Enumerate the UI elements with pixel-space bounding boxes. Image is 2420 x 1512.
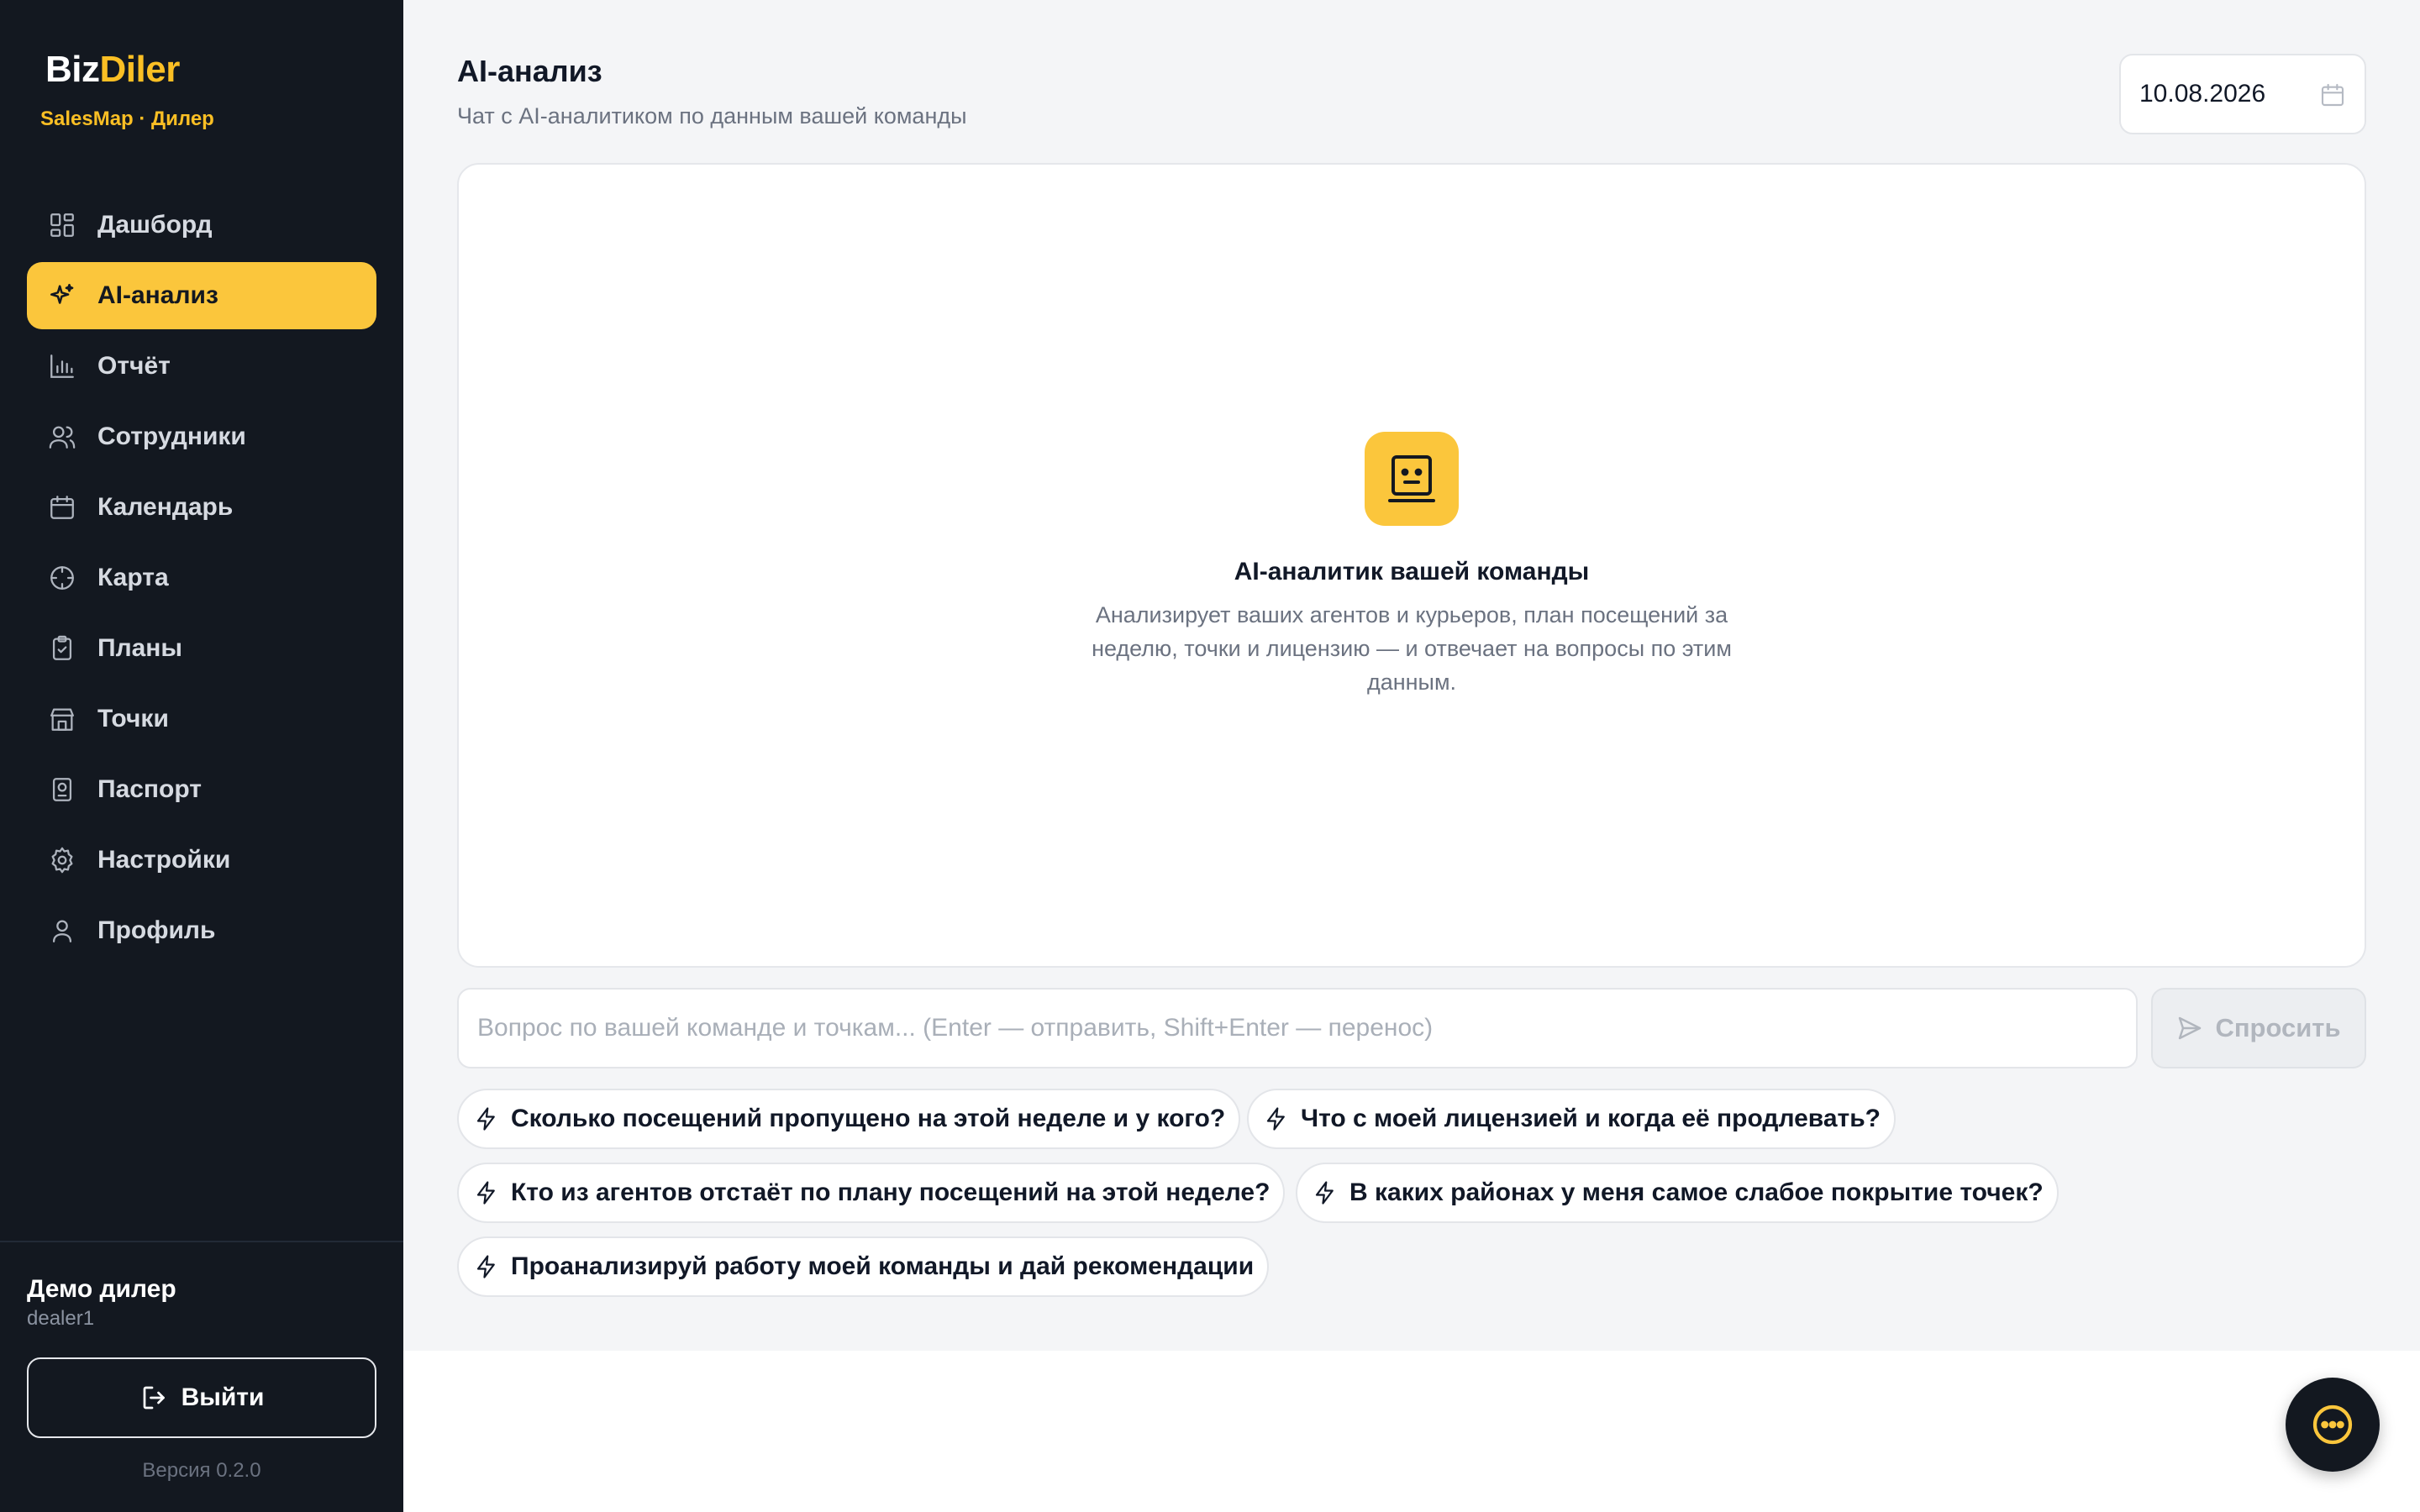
sparkle-icon	[47, 281, 77, 311]
chat-input[interactable]	[457, 988, 2138, 1068]
suggestion-chip[interactable]: Кто из агентов отстаёт по плану посещени…	[457, 1163, 1286, 1223]
sidebar-divider	[0, 1241, 403, 1242]
sidebar-item-calendar[interactable]: Календарь	[27, 474, 376, 541]
clipboard-check-icon	[47, 633, 77, 664]
suggestion-label: Что с моей лицензией и когда её продлева…	[1301, 1105, 1881, 1132]
app-version: Версия 0.2.0	[142, 1459, 261, 1482]
user-name: Демо дилер	[27, 1275, 176, 1303]
sidebar-item-profile[interactable]: Профиль	[27, 897, 376, 964]
calendar-icon	[2321, 83, 2344, 107]
lightning-icon	[1315, 1181, 1334, 1205]
logout-icon	[143, 1386, 165, 1410]
suggestion-label: Сколько посещений пропущено на этой неде…	[511, 1105, 1226, 1132]
empty-state-description: Анализирует ваших агентов и курьеров, пл…	[1092, 602, 1732, 695]
logout-label: Выйти	[181, 1383, 265, 1411]
sidebar-item-label: Календарь	[97, 493, 234, 521]
sidebar-item-label: Паспорт	[97, 775, 202, 803]
crosshair-icon	[47, 563, 77, 593]
store-icon	[47, 704, 77, 734]
suggestion-label: В каких районах у меня самое слабое покр…	[1349, 1179, 2044, 1206]
sidebar-item-label: Профиль	[97, 916, 216, 944]
sidebar-item-dashboard[interactable]: Дашборд	[27, 192, 376, 259]
bar-chart-icon	[47, 351, 77, 381]
sidebar-item-settings[interactable]: Настройки	[27, 827, 376, 894]
suggestion-chip[interactable]: Сколько посещений пропущено на этой неде…	[457, 1089, 1241, 1149]
sidebar-item-employees[interactable]: Сотрудники	[27, 403, 376, 470]
calendar-icon	[47, 492, 77, 522]
date-picker[interactable]: 10.08.2026	[2119, 54, 2366, 134]
sidebar-item-label: Планы	[97, 634, 183, 662]
ask-button[interactable]: Спросить	[2151, 988, 2366, 1068]
users-icon	[47, 422, 77, 452]
sidebar-item-label: Дашборд	[97, 211, 213, 239]
chat-bubble-icon	[2312, 1404, 2353, 1445]
lightning-icon	[476, 1107, 495, 1131]
suggestion-label: Кто из агентов отстаёт по плану посещени…	[511, 1179, 1270, 1206]
send-icon	[2179, 1016, 2202, 1040]
passport-icon	[47, 774, 77, 805]
sidebar-item-label: Настройки	[97, 846, 231, 874]
sidebar-item-report[interactable]: Отчёт	[27, 333, 376, 400]
page-title: AI-анализ	[457, 54, 602, 88]
sidebar: BizDiler SalesMap · Дилер Дашборд AI-ана…	[0, 0, 403, 1512]
brand-name-part2: Diler	[99, 49, 181, 90]
suggestion-chip[interactable]: Что с моей лицензией и когда её продлева…	[1247, 1089, 1896, 1149]
sidebar-item-passport[interactable]: Паспорт	[27, 756, 376, 823]
sidebar-item-label: Сотрудники	[97, 423, 246, 450]
empty-state-title: AI-аналитик вашей команды	[1234, 558, 1590, 585]
sidebar-nav: Дашборд AI-анализ Отчёт Сотрудники Кален…	[27, 192, 376, 968]
sidebar-item-label: Точки	[97, 705, 169, 732]
suggestion-label: Проанализируй работу моей команды и дай …	[511, 1252, 1255, 1280]
lightning-icon	[476, 1181, 495, 1205]
sidebar-item-map[interactable]: Карта	[27, 544, 376, 612]
chat-support-button[interactable]	[2286, 1378, 2380, 1472]
sidebar-item-points[interactable]: Точки	[27, 685, 376, 753]
brand-name-part1: Biz	[45, 49, 100, 90]
logout-button[interactable]: Выйти	[27, 1357, 376, 1438]
bot-icon	[1365, 432, 1459, 526]
sidebar-item-label: AI-анализ	[97, 281, 218, 309]
date-value: 10.08.2026	[2139, 80, 2266, 108]
sidebar-item-label: Отчёт	[97, 352, 171, 380]
sidebar-item-ai-analysis[interactable]: AI-анализ	[27, 262, 376, 329]
ask-label: Спросить	[2215, 1013, 2341, 1042]
suggestion-chip[interactable]: Проанализируй работу моей команды и дай …	[457, 1236, 1270, 1297]
page-subtitle: Чат с AI-аналитиком по данным вашей кома…	[457, 103, 967, 129]
lightning-icon	[476, 1255, 495, 1278]
brand-logo: BizDiler	[45, 49, 180, 91]
user-login: dealer1	[27, 1307, 95, 1330]
sidebar-item-plans[interactable]: Планы	[27, 615, 376, 682]
lightning-icon	[1266, 1107, 1285, 1131]
gear-icon	[47, 845, 77, 875]
sidebar-item-label: Карта	[97, 564, 169, 591]
brand-subtitle: SalesMap · Дилер	[40, 108, 214, 130]
dashboard-icon	[47, 210, 77, 240]
suggestion-chip[interactable]: В каких районах у меня самое слабое покр…	[1296, 1163, 2059, 1223]
user-icon	[47, 916, 77, 946]
